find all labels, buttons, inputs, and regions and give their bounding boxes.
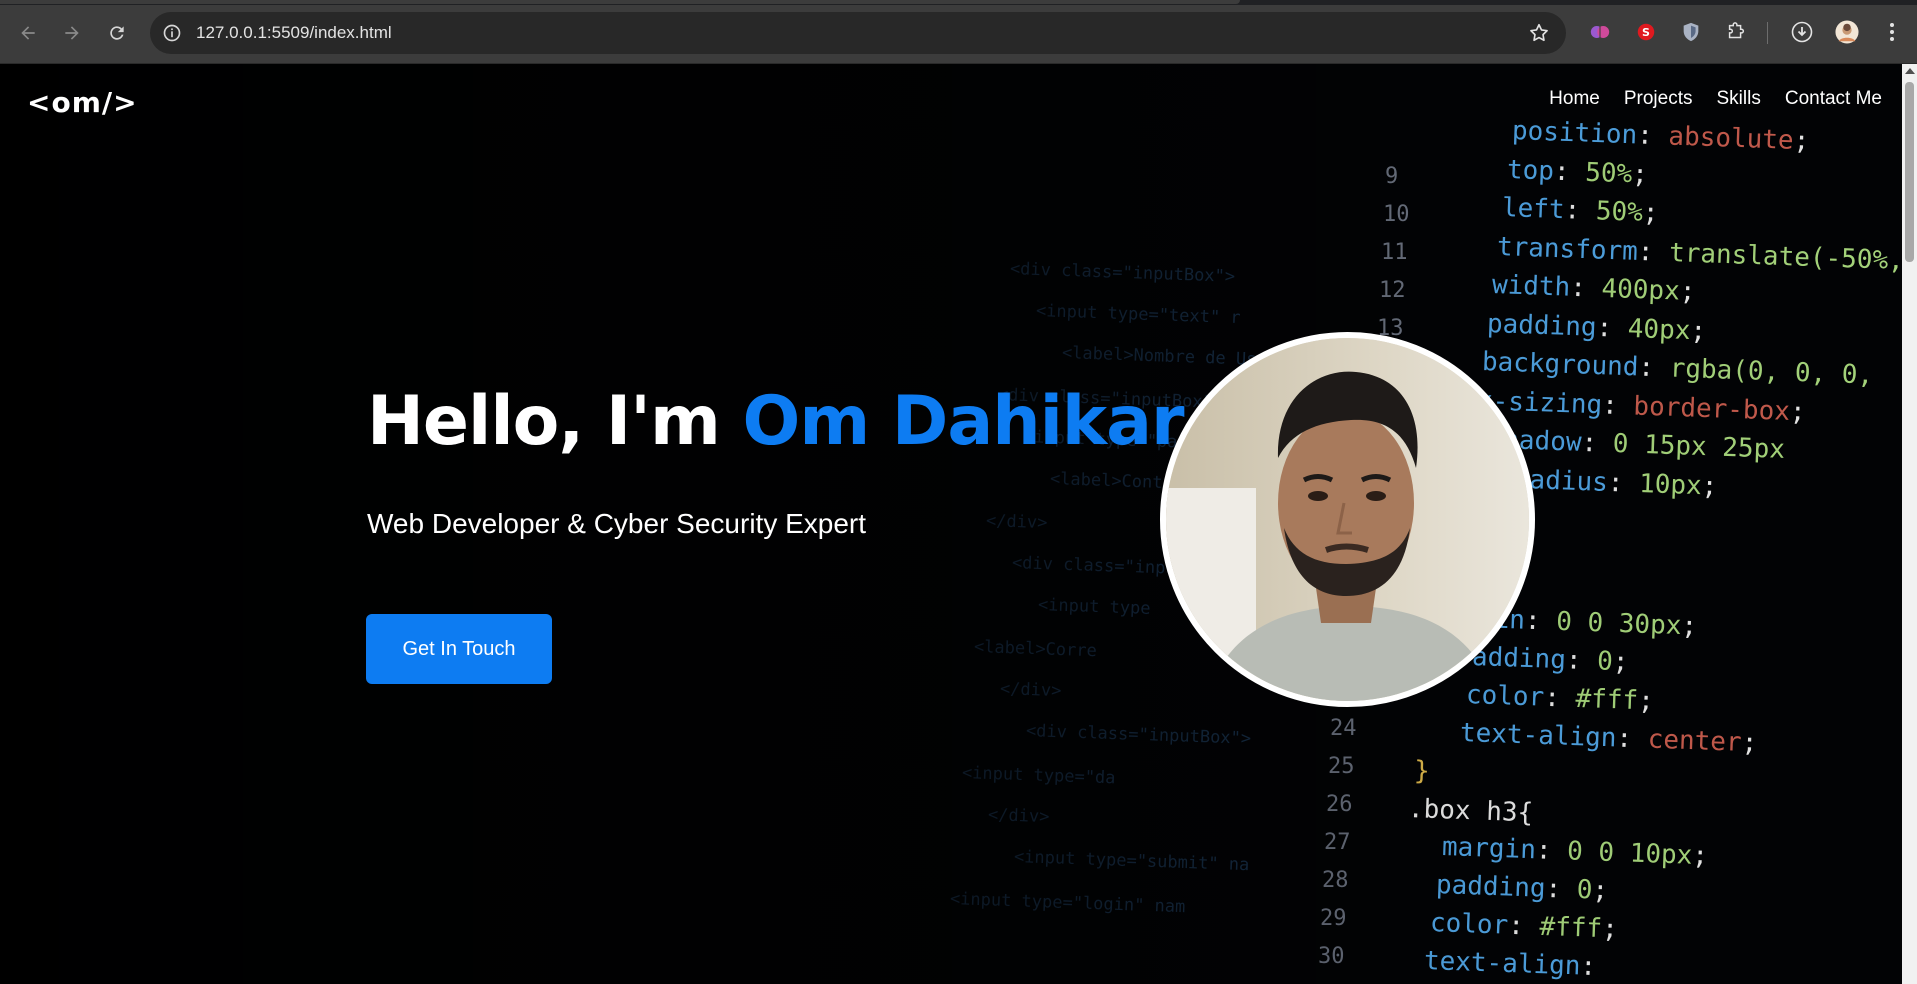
hero-title: Hello, I'm Om Dahikar xyxy=(367,382,1185,461)
hero-name: Om Dahikar xyxy=(742,382,1185,461)
nav-links: Home Projects Skills Contact Me xyxy=(1549,88,1882,110)
extension-s-icon[interactable]: S xyxy=(1634,20,1658,44)
arrow-right-icon xyxy=(65,26,79,40)
hero-subtitle: Web Developer & Cyber Security Expert xyxy=(367,508,867,539)
extensions-puzzle-icon[interactable] xyxy=(1724,20,1748,44)
hero-background-code: position: absolute;top: 50%;left: 50%;tr… xyxy=(0,64,1902,984)
tab-strip xyxy=(0,0,1917,5)
profile-photo xyxy=(1160,332,1535,707)
profile-avatar[interactable] xyxy=(1835,20,1859,44)
profile-photo-portrait xyxy=(1166,338,1529,701)
url-text[interactable]: 127.0.0.1:5509/index.html xyxy=(196,23,392,43)
background-overlay xyxy=(0,64,1902,984)
site-info-icon[interactable] xyxy=(162,23,182,43)
extension-brain-icon[interactable] xyxy=(1588,20,1612,44)
hero-greeting: Hello, I'm xyxy=(367,382,743,461)
get-in-touch-button[interactable]: Get In Touch xyxy=(366,614,552,684)
forward-button[interactable] xyxy=(57,18,87,48)
extension-shield-icon[interactable] xyxy=(1679,20,1703,44)
back-button[interactable] xyxy=(13,18,43,48)
reload-button[interactable] xyxy=(102,18,132,48)
address-bar[interactable]: 127.0.0.1:5509/index.html xyxy=(150,12,1566,54)
browser-menu-icon[interactable] xyxy=(1880,20,1904,44)
nav-link-projects[interactable]: Projects xyxy=(1624,88,1693,110)
toolbar-separator xyxy=(1767,22,1768,44)
reload-icon xyxy=(110,26,124,40)
site-logo[interactable]: <om/> xyxy=(27,86,138,119)
nav-link-contact[interactable]: Contact Me xyxy=(1785,88,1882,110)
scroll-up-arrow-icon[interactable] xyxy=(1905,68,1915,74)
svg-text:S: S xyxy=(1642,26,1650,39)
arrow-left-icon xyxy=(21,26,35,40)
downloads-icon[interactable] xyxy=(1790,20,1814,44)
site-navbar: <om/> Home Projects Skills Contact Me xyxy=(0,64,1902,134)
page-viewport: position: absolute;top: 50%;left: 50%;tr… xyxy=(0,64,1902,984)
browser-toolbar: 127.0.0.1:5509/index.html S xyxy=(0,0,1917,64)
scrollbar-thumb[interactable] xyxy=(1905,82,1914,262)
nav-link-skills[interactable]: Skills xyxy=(1717,88,1761,110)
bookmark-star-icon[interactable] xyxy=(1528,22,1550,44)
nav-link-home[interactable]: Home xyxy=(1549,88,1600,110)
page-scrollbar[interactable] xyxy=(1902,64,1917,984)
